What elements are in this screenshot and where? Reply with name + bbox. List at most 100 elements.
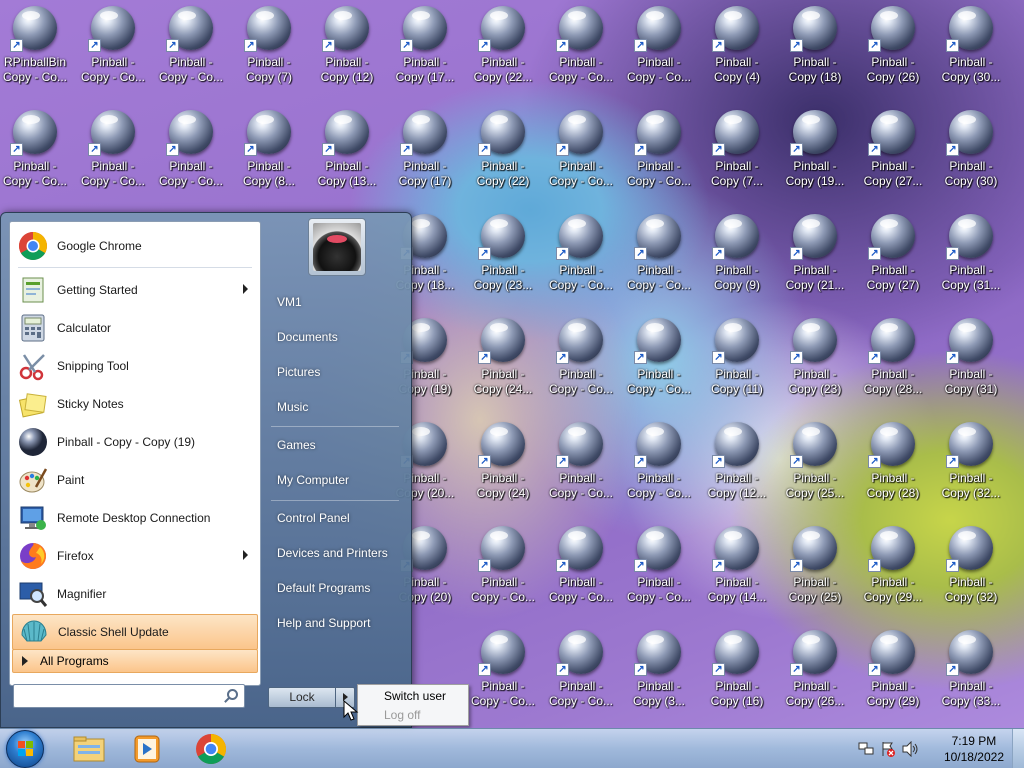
desktop-shortcut-pinball[interactable]: ↗ Pinball - Copy (14... [700,520,774,616]
desktop-shortcut-pinball[interactable]: ↗ Pinball - Copy (27) [856,208,930,304]
desktop-shortcut-pinball[interactable]: ↗ Pinball - Copy (26) [856,0,930,96]
link-control-panel[interactable]: Control Panel [265,503,405,533]
taskbar-explorer-button[interactable] [62,731,116,767]
desktop-shortcut-pinball[interactable]: ↗ Pinball - Copy (18) [778,0,852,96]
desktop-shortcut-pinball[interactable]: ↗ Pinball - Copy (29) [856,624,930,720]
desktop-shortcut-pinball[interactable]: ↗ Pinball - Copy - Co... [622,104,696,200]
program-sticky-notes[interactable]: Sticky Notes [12,386,258,422]
desktop-shortcut-pinball[interactable]: ↗ Pinball - Copy - Co... [154,104,228,200]
desktop-shortcut-pinball[interactable]: ↗ Pinball - Copy (9) [700,208,774,304]
desktop-shortcut-pinball[interactable]: ↗ Pinball - Copy - Co... [544,0,618,96]
desktop-shortcut-pinball[interactable]: ↗ Pinball - Copy - Co... [76,0,150,96]
desktop-shortcut-pinball[interactable]: ↗ Pinball - Copy (23) [778,312,852,408]
desktop-shortcut-pinball[interactable]: ↗ Pinball - Copy (12) [310,0,384,96]
desktop-shortcut-pinball[interactable]: ↗ Pinball - Copy (22) [466,104,540,200]
desktop-shortcut-pinball[interactable]: ↗ Pinball - Copy (27... [856,104,930,200]
desktop-shortcut-pinball[interactable]: ↗ Pinball - Copy - Co... [622,312,696,408]
desktop-shortcut-pinball[interactable]: ↗ Pinball - Copy (28) [856,416,930,512]
desktop-shortcut-pinball[interactable]: ↗ Pinball - Copy (33... [934,624,1008,720]
desktop-shortcut-pinball[interactable]: ↗ Pinball - Copy - Co... [544,416,618,512]
desktop-shortcut-pinball[interactable]: ↗ Pinball - Copy (4) [700,0,774,96]
desktop-shortcut-pinball[interactable]: ↗ Pinball - Copy (17... [388,0,462,96]
desktop-shortcut-pinball[interactable]: ↗ Pinball - Copy - Co... [466,624,540,720]
menu-item-switch-user[interactable]: Switch user [360,687,466,705]
program-remote-desktop[interactable]: Remote Desktop Connection [12,500,258,536]
link-music[interactable]: Music [265,392,405,422]
volume-icon[interactable] [902,741,920,757]
menu-item-log-off[interactable]: Log off [360,706,466,724]
desktop-shortcut-pinball[interactable]: ↗ Pinball - Copy (23... [466,208,540,304]
link-documents[interactable]: Documents [265,322,405,352]
desktop-shortcut-pinball[interactable]: ↗ Pinball - Copy (30) [934,104,1008,200]
program-firefox[interactable]: Firefox [12,538,258,574]
desktop-shortcut-pinball[interactable]: ↗ Pinball - Copy - Co... [154,0,228,96]
link-help-and-support[interactable]: Help and Support [265,608,405,638]
desktop-shortcut-pinball[interactable]: ↗ Pinball - Copy - Co... [544,104,618,200]
taskbar-chrome-button[interactable] [184,731,238,767]
link-default-programs[interactable]: Default Programs [265,573,405,603]
program-magnifier[interactable]: Magnifier [12,576,258,612]
program-pinball[interactable]: Pinball - Copy - Copy (19) [12,424,258,460]
desktop-shortcut-pinball[interactable]: ↗ Pinball - Copy (17) [388,104,462,200]
desktop-shortcut-pinball[interactable]: ↗ Pinball - Copy - Co... [76,104,150,200]
action-center-icon[interactable] [880,741,896,757]
network-icon[interactable] [858,741,874,757]
desktop-shortcut-pinball[interactable]: ↗ Pinball - Copy (16) [700,624,774,720]
desktop-shortcut-pinball[interactable]: ↗ Pinball - Copy (31... [934,208,1008,304]
desktop-shortcut-pinball[interactable]: ↗ Pinball - Copy - Co... [622,520,696,616]
desktop-shortcut-pinball[interactable]: ↗ Pinball - Copy (32... [934,416,1008,512]
all-programs-button[interactable]: All Programs [12,649,258,673]
search-input[interactable] [18,686,218,706]
clock[interactable]: 7:19 PM 10/18/2022 [944,733,1004,765]
desktop-shortcut-pinball[interactable]: ↗ Pinball - Copy (7... [700,104,774,200]
program-paint[interactable]: Paint [12,462,258,498]
desktop-shortcut-pinball[interactable]: ↗ Pinball - Copy (3... [622,624,696,720]
program-google-chrome[interactable]: Google Chrome [12,228,258,264]
desktop-shortcut-pinball[interactable]: ↗ Pinball - Copy (7) [232,0,306,96]
desktop-shortcut-pinball[interactable]: ↗ Pinball - Copy - Co... [622,416,696,512]
desktop-shortcut-pinball[interactable]: ↗ Pinball - Copy - Co... [622,0,696,96]
desktop-shortcut-pinball[interactable]: ↗ Pinball - Copy (24) [466,416,540,512]
desktop-shortcut-pinball[interactable]: ↗ Pinball - Copy (25... [778,416,852,512]
desktop-shortcut-pinball[interactable]: ↗ Pinball - Copy (28... [856,312,930,408]
desktop-shortcut-pinball[interactable]: ↗ Pinball - Copy (13... [310,104,384,200]
desktop-shortcut-pinball[interactable]: ↗ Pinball - Copy - Co... [0,104,72,200]
pinball-icon: ↗ [790,422,837,468]
desktop-shortcut-pinball[interactable]: ↗ Pinball - Copy (26... [778,624,852,720]
desktop-shortcut-pinball[interactable]: ↗ Pinball - Copy (11) [700,312,774,408]
desktop-shortcut-pinball[interactable]: ↗ Pinball - Copy (30... [934,0,1008,96]
user-picture[interactable] [308,218,366,276]
desktop-shortcut-pinball[interactable]: ↗ Pinball - Copy - Co... [466,520,540,616]
desktop-shortcut-pinball[interactable]: ↗ Pinball - Copy (24... [466,312,540,408]
link-pictures[interactable]: Pictures [265,357,405,387]
program-snipping-tool[interactable]: Snipping Tool [12,348,258,384]
link-my-computer[interactable]: My Computer [265,465,405,495]
taskbar-media-player-button[interactable] [120,731,174,767]
desktop-shortcut-pinball[interactable]: ↗ Pinball - Copy (32) [934,520,1008,616]
desktop-shortcut-pinball[interactable]: ↗ Pinball - Copy (31) [934,312,1008,408]
desktop-shortcut-pinball[interactable]: ↗ Pinball - Copy (8... [232,104,306,200]
desktop-shortcut-pinball[interactable]: ↗ Pinball - Copy - Co... [544,208,618,304]
desktop-shortcut-pinball[interactable]: ↗ Pinball - Copy - Co... [544,624,618,720]
start-search-box[interactable] [13,684,245,708]
desktop-shortcut-pinball[interactable]: ↗ Pinball - Copy (19... [778,104,852,200]
link-user-folder[interactable]: VM1 [265,287,405,317]
desktop-shortcut-pinball[interactable]: ↗ Pinball - Copy (25) [778,520,852,616]
desktop-shortcut-pinball[interactable]: ↗ Pinball - Copy (29... [856,520,930,616]
program-classic-shell-update[interactable]: Classic Shell Update [12,614,258,650]
program-calculator[interactable]: Calculator [12,310,258,346]
show-desktop-button[interactable] [1012,729,1024,768]
desktop-shortcut-pinball[interactable]: ↗ Pinball - Copy (21... [778,208,852,304]
desktop-shortcut-pinball[interactable]: ↗ Pinball - Copy - Co... [544,312,618,408]
desktop-shortcut-pinball[interactable]: ↗ Pinball - Copy - Co... [544,520,618,616]
start-button[interactable] [6,730,44,768]
link-games[interactable]: Games [265,430,405,460]
search-icon[interactable] [227,689,238,700]
program-getting-started[interactable]: Getting Started [12,272,258,308]
desktop-shortcut-pinball[interactable]: ↗ RPinballBin Copy - Co... [0,0,72,96]
desktop-shortcut-pinball[interactable]: ↗ Pinball - Copy - Co... [622,208,696,304]
lock-button[interactable]: Lock [268,687,336,708]
desktop-shortcut-pinball[interactable]: ↗ Pinball - Copy (22... [466,0,540,96]
desktop-shortcut-pinball[interactable]: ↗ Pinball - Copy (12... [700,416,774,512]
link-devices-and-printers[interactable]: Devices and Printers [265,538,405,568]
